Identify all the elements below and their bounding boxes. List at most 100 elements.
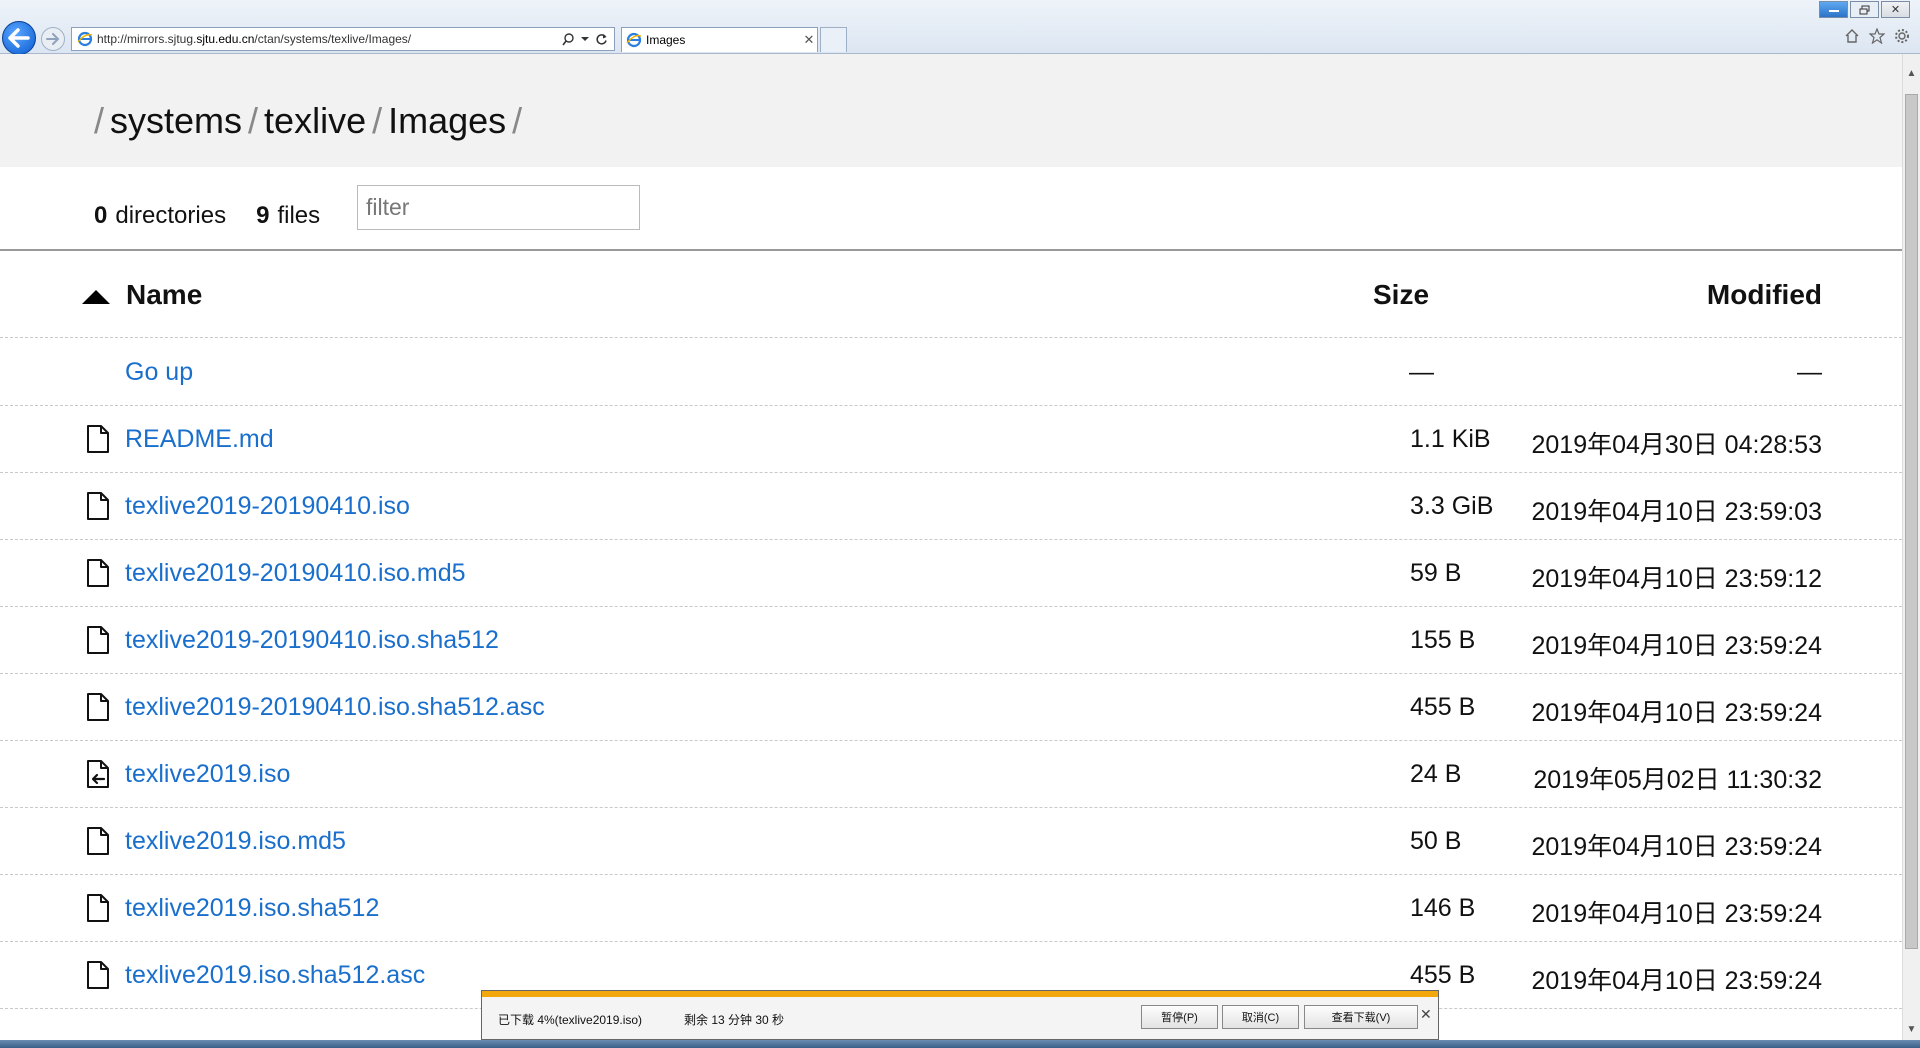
breadcrumb: / systems / texlive / Images / bbox=[94, 100, 528, 142]
table-row: texlive2019-20190410.iso 3.3 GiB 2019年04… bbox=[0, 473, 1902, 540]
file-icon bbox=[87, 626, 109, 654]
new-tab-button[interactable] bbox=[820, 27, 847, 52]
directories-count: 0 bbox=[94, 202, 108, 229]
refresh-icon[interactable] bbox=[595, 33, 608, 46]
vertical-scrollbar[interactable]: ▲ ▼ bbox=[1902, 54, 1920, 1040]
browser-toolbar-right bbox=[1844, 28, 1910, 44]
url-prefix: http://mirrors.sjtug. bbox=[97, 32, 197, 46]
back-button[interactable] bbox=[2, 21, 36, 55]
table-row: texlive2019.iso.md5 50 B 2019年04月10日 23:… bbox=[0, 808, 1902, 875]
directories-label: directories bbox=[115, 202, 227, 229]
row-size: 3.3 GiB bbox=[1410, 492, 1494, 520]
file-link[interactable]: texlive2019-20190410.iso bbox=[125, 492, 410, 521]
file-icon bbox=[87, 961, 109, 989]
tab-title: Images bbox=[646, 33, 686, 47]
row-size: 59 B bbox=[1410, 559, 1462, 587]
scroll-up-icon[interactable]: ▲ bbox=[1903, 64, 1920, 82]
dropdown-icon[interactable] bbox=[581, 36, 589, 42]
address-bar[interactable]: http://mirrors.sjtug.sjtu.edu.cn/ctan/sy… bbox=[71, 27, 615, 51]
file-link[interactable]: texlive2019-20190410.iso.sha512 bbox=[125, 626, 499, 655]
breadcrumb-bar: / systems / texlive / Images / bbox=[0, 54, 1902, 167]
file-link[interactable]: texlive2019.iso.md5 bbox=[125, 827, 346, 856]
download-bar: 已下载 4%(texlive2019.iso) 剩余 13 分钟 30 秒 暂停… bbox=[481, 990, 1439, 1040]
table-header: Name Size Modified bbox=[0, 251, 1902, 338]
cancel-button[interactable]: 取消(C) bbox=[1222, 1005, 1299, 1029]
address-tools bbox=[562, 32, 614, 46]
close-icon[interactable]: ✕ bbox=[1420, 1006, 1432, 1023]
view-downloads-button[interactable]: 查看下载(V) bbox=[1304, 1005, 1418, 1029]
symlink-file-icon bbox=[87, 760, 109, 788]
table-row-go-up: Go up — — bbox=[0, 339, 1902, 406]
tab-close-icon[interactable]: ✕ bbox=[801, 32, 817, 48]
minimize-icon bbox=[1828, 9, 1839, 12]
table-row: texlive2019.iso 24 B 2019年05月02日 11:30:3… bbox=[0, 741, 1902, 808]
file-link[interactable]: texlive2019-20190410.iso.md5 bbox=[125, 559, 466, 588]
window-controls: ✕ bbox=[1819, 1, 1910, 18]
minimize-button[interactable] bbox=[1819, 1, 1848, 18]
file-link[interactable]: texlive2019-20190410.iso.sha512.asc bbox=[125, 693, 545, 722]
row-modified: 2019年04月10日 23:59:12 bbox=[1531, 565, 1823, 593]
home-icon[interactable] bbox=[1844, 28, 1860, 44]
breadcrumb-separator: / bbox=[94, 100, 105, 141]
download-progress-bar bbox=[482, 991, 1438, 997]
breadcrumb-separator: / bbox=[372, 100, 383, 141]
ie-page-icon bbox=[626, 32, 642, 48]
table-row: texlive2019-20190410.iso.md5 59 B 2019年0… bbox=[0, 540, 1902, 607]
file-link[interactable]: texlive2019.iso bbox=[125, 760, 290, 789]
url-path: /ctan/systems/texlive/Images/ bbox=[254, 32, 412, 46]
scroll-down-icon[interactable]: ▼ bbox=[1903, 1020, 1920, 1038]
file-link[interactable]: texlive2019.iso.sha512 bbox=[125, 894, 379, 923]
file-icon bbox=[87, 492, 109, 520]
file-icon bbox=[87, 827, 109, 855]
file-icon bbox=[87, 693, 109, 721]
restore-button[interactable] bbox=[1850, 1, 1879, 18]
row-modified: 2019年04月10日 23:59:24 bbox=[1531, 699, 1823, 727]
breadcrumb-separator: / bbox=[512, 100, 523, 141]
download-remaining: 剩余 13 分钟 30 秒 bbox=[684, 1013, 785, 1027]
search-icon[interactable] bbox=[562, 32, 575, 46]
row-modified: 2019年04月10日 23:59:24 bbox=[1531, 833, 1823, 861]
back-arrow-icon bbox=[8, 28, 30, 48]
table-row: README.md 1.1 KiB 2019年04月30日 04:28:53 bbox=[0, 406, 1902, 473]
favorites-star-icon[interactable] bbox=[1869, 28, 1885, 44]
row-size: 155 B bbox=[1410, 626, 1476, 654]
file-link[interactable]: texlive2019.iso.sha512.asc bbox=[125, 961, 425, 990]
close-window-button[interactable]: ✕ bbox=[1881, 1, 1910, 18]
table-row: texlive2019.iso.sha512 146 B 2019年04月10日… bbox=[0, 875, 1902, 942]
files-count: 9 bbox=[256, 202, 270, 229]
browser-chrome: ✕ http://mirrors.sjtug.sjtu.edu.cn/ctan/… bbox=[0, 0, 1920, 55]
pause-button[interactable]: 暂停(P) bbox=[1141, 1005, 1218, 1029]
forward-arrow-icon bbox=[46, 33, 60, 45]
breadcrumb-item-systems[interactable]: systems bbox=[110, 100, 242, 141]
sort-ascending-icon[interactable] bbox=[82, 290, 110, 304]
ie-page-icon bbox=[77, 31, 93, 47]
url-domain: sjtu.edu.cn bbox=[196, 32, 255, 46]
row-modified: — bbox=[1797, 358, 1822, 386]
row-size: — bbox=[1409, 358, 1434, 386]
breadcrumb-separator: / bbox=[248, 100, 259, 141]
restore-icon bbox=[1859, 5, 1869, 14]
address-url[interactable]: http://mirrors.sjtug.sjtu.edu.cn/ctan/sy… bbox=[97, 32, 562, 46]
column-header-name[interactable]: Name bbox=[126, 279, 202, 311]
breadcrumb-item-texlive[interactable]: texlive bbox=[264, 100, 366, 141]
breadcrumb-item-images[interactable]: Images bbox=[388, 100, 506, 141]
settings-gear-icon[interactable] bbox=[1894, 28, 1910, 44]
row-size: 24 B bbox=[1410, 760, 1462, 788]
row-modified: 2019年05月02日 11:30:32 bbox=[1533, 766, 1822, 794]
filter-input[interactable] bbox=[357, 185, 640, 230]
column-header-modified[interactable]: Modified bbox=[1707, 279, 1822, 311]
table-row: texlive2019-20190410.iso.sha512.asc 455 … bbox=[0, 674, 1902, 741]
table-row: texlive2019-20190410.iso.sha512 155 B 20… bbox=[0, 607, 1902, 674]
go-up-link[interactable]: Go up bbox=[125, 358, 193, 387]
scrollbar-thumb[interactable] bbox=[1905, 94, 1918, 949]
row-size: 1.1 KiB bbox=[1410, 425, 1491, 453]
row-modified: 2019年04月10日 23:59:24 bbox=[1531, 632, 1823, 660]
column-header-size[interactable]: Size bbox=[1373, 279, 1429, 311]
row-modified: 2019年04月30日 04:28:53 bbox=[1531, 431, 1823, 459]
file-link[interactable]: README.md bbox=[125, 425, 274, 454]
tab-images[interactable]: Images ✕ bbox=[621, 27, 818, 52]
row-modified: 2019年04月10日 23:59:03 bbox=[1531, 498, 1823, 526]
row-modified: 2019年04月10日 23:59:24 bbox=[1531, 967, 1823, 995]
file-icon bbox=[87, 425, 109, 453]
forward-button[interactable] bbox=[41, 27, 65, 51]
